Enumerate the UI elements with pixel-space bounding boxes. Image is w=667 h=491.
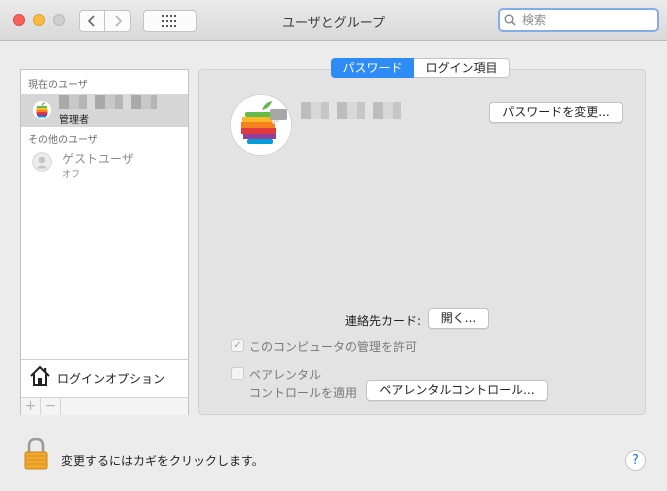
search-field[interactable] (498, 8, 659, 32)
login-options-item[interactable]: ログインオプション (21, 359, 188, 398)
help-button[interactable]: ? (625, 450, 646, 471)
lock-instructions: 変更するにはカギをクリックします。 (61, 454, 264, 468)
guest-user-icon (32, 152, 52, 172)
tab-password[interactable]: パスワード (331, 58, 414, 78)
allow-admin-label: このコンピュータの管理を許可 (249, 340, 418, 354)
login-options-label: ログインオプション (57, 372, 166, 386)
apple-logo-avatar-icon (32, 100, 52, 120)
change-password-button[interactable]: パスワードを変更... (489, 102, 623, 123)
open-contact-card-button[interactable]: 開く... (428, 308, 489, 329)
parental-controls-button[interactable]: ペアレンタルコントロール... (366, 380, 548, 401)
redacted-user-name (59, 95, 157, 109)
search-icon (504, 14, 516, 26)
tab-bar: パスワード ログイン項目 (331, 58, 510, 78)
user-picture-icon[interactable] (230, 94, 292, 156)
title-bar: ユーザとグループ (0, 0, 667, 41)
remove-user-button[interactable]: − (41, 398, 61, 415)
redacted-full-name (301, 102, 409, 119)
parental-label-line1: ペアレンタル (249, 368, 322, 382)
guest-user-name: ゲストユーザ (62, 152, 134, 166)
guest-user-status: オフ (62, 170, 81, 180)
house-icon (30, 365, 50, 386)
allow-admin-checkbox[interactable]: ✓ (231, 339, 244, 352)
current-user-role: 管理者 (59, 115, 89, 126)
user-list-sidebar: 現在のユーザ 管理者 その他のユーザ ゲストユーザ オフ ログインオプション +… (20, 69, 189, 415)
user-detail-panel: パスワードを変更... 連絡先カード: 開く... ✓ このコンピュータの管理を… (198, 69, 646, 415)
other-users-heading: その他のユーザ (28, 135, 98, 146)
search-input[interactable] (520, 12, 654, 28)
add-user-button[interactable]: + (21, 398, 41, 415)
parental-label-line2: コントロールを適用 (249, 386, 358, 400)
add-remove-bar: + − (21, 397, 188, 415)
parental-controls-checkbox[interactable] (231, 367, 244, 380)
tab-login-items[interactable]: ログイン項目 (414, 58, 510, 78)
padlock-icon[interactable] (24, 438, 48, 470)
current-user-row[interactable]: 管理者 (21, 94, 188, 127)
current-users-heading: 現在のユーザ (28, 80, 88, 91)
contact-card-label: 連絡先カード: (345, 314, 422, 328)
